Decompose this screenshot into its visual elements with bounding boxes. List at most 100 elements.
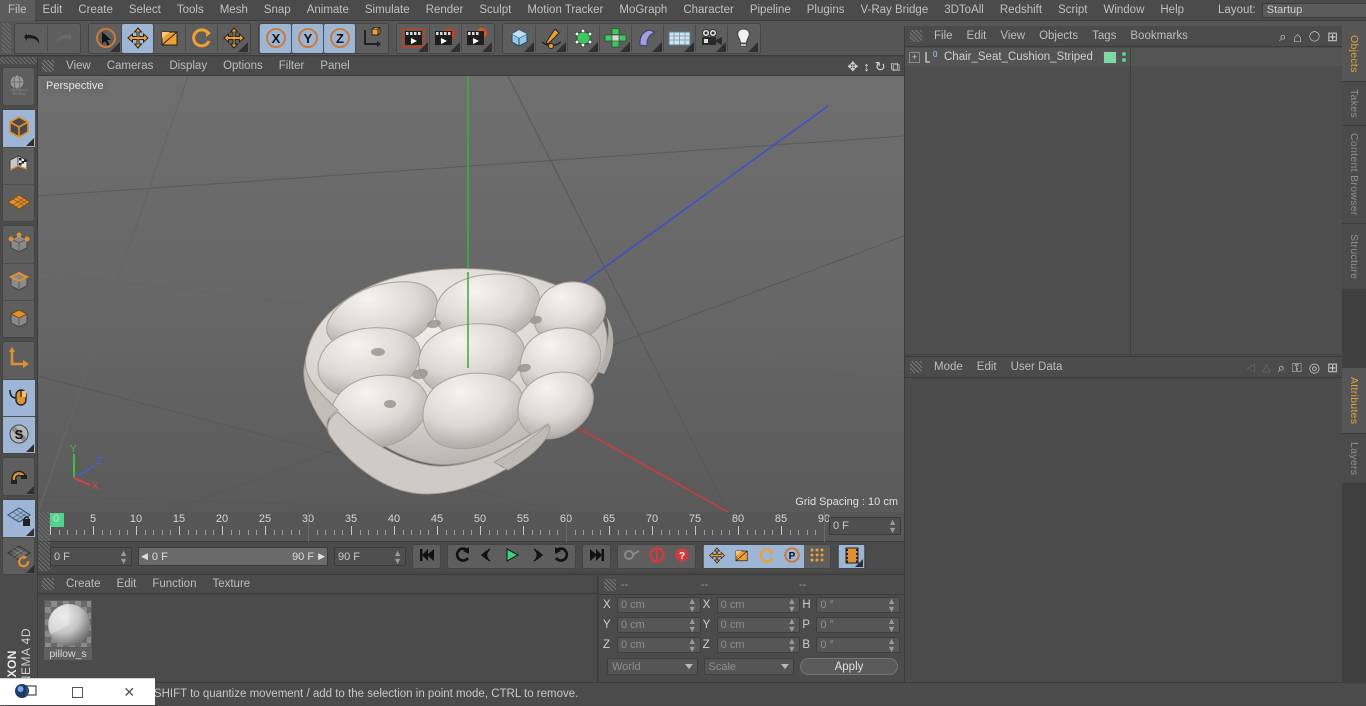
tab-structure[interactable]: Structure bbox=[1342, 224, 1366, 290]
add-cube-object-button[interactable] bbox=[504, 24, 535, 53]
workplane-rotate-button[interactable] bbox=[3, 537, 35, 574]
object-menu-view[interactable]: View bbox=[993, 26, 1032, 47]
material-preview-sphere[interactable] bbox=[44, 600, 92, 648]
menu-item-select[interactable]: Select bbox=[121, 0, 169, 21]
spinner-icon[interactable]: ▲ ▼ bbox=[119, 548, 128, 565]
menu-item-animate[interactable]: Animate bbox=[299, 0, 357, 21]
viewport-solo-button[interactable] bbox=[3, 379, 35, 416]
menu-item-character[interactable]: Character bbox=[675, 0, 742, 21]
tab-layers[interactable]: Layers bbox=[1342, 434, 1366, 484]
edit-render-settings-button[interactable] bbox=[462, 24, 493, 53]
record-active-objects-button[interactable] bbox=[619, 545, 644, 568]
coordinate-mode-dropdown[interactable]: Scale bbox=[703, 658, 794, 675]
spinner-icon[interactable]: ▲ ▼ bbox=[688, 637, 697, 654]
step-back-button[interactable] bbox=[474, 545, 499, 568]
object-menu-bookmarks[interactable]: Bookmarks bbox=[1123, 26, 1195, 47]
world-object-coordinate-button[interactable] bbox=[356, 24, 387, 53]
material-item[interactable]: pillow_s bbox=[44, 600, 94, 660]
material-tag-icon[interactable] bbox=[1102, 50, 1117, 64]
attribute-content-area[interactable] bbox=[905, 379, 1342, 705]
material-menu-create[interactable]: Create bbox=[58, 575, 109, 594]
spinner-icon[interactable]: ▲ ▼ bbox=[787, 617, 796, 634]
range-left-arrow-icon[interactable]: ◀ bbox=[141, 551, 148, 562]
menu-item-render[interactable]: Render bbox=[418, 0, 472, 21]
add-camera-button[interactable] bbox=[696, 24, 727, 53]
menu-item-plugins[interactable]: Plugins bbox=[799, 0, 853, 21]
object-menu-objects[interactable]: Objects bbox=[1032, 26, 1085, 47]
menu-item-tools[interactable]: Tools bbox=[169, 0, 212, 21]
spinner-icon[interactable]: ▲ ▼ bbox=[688, 617, 697, 634]
menu-item-simulate[interactable]: Simulate bbox=[357, 0, 418, 21]
animation-toolbar-grip[interactable] bbox=[38, 542, 50, 571]
tab-objects[interactable]: Objects bbox=[1342, 26, 1366, 82]
edges-mode-button[interactable] bbox=[3, 263, 35, 300]
viewport-menu-cameras[interactable]: Cameras bbox=[99, 57, 162, 76]
polygons-mode-button[interactable] bbox=[3, 300, 35, 337]
spinner-icon[interactable]: ▲ ▼ bbox=[393, 548, 402, 565]
scale-key-button[interactable] bbox=[729, 545, 754, 568]
menu-item-redshift[interactable]: Redshift bbox=[992, 0, 1050, 21]
menu-item-edit[interactable]: Edit bbox=[35, 0, 71, 21]
dolly-view-icon[interactable]: ↕ bbox=[863, 60, 870, 73]
object-manager-grip[interactable] bbox=[910, 30, 922, 42]
menu-item-mograph[interactable]: MoGraph bbox=[611, 0, 675, 21]
viewport-menu-filter[interactable]: Filter bbox=[271, 57, 313, 76]
viewport-3d-canvas[interactable]: Perspective Grid Spacing : 10 cm Y Z X bbox=[38, 76, 904, 512]
spinner-icon[interactable]: ▲ ▼ bbox=[688, 597, 697, 614]
step-forward-button[interactable] bbox=[524, 545, 549, 568]
add-bend-deformer-button[interactable] bbox=[632, 24, 663, 53]
size-y-input[interactable]: 0 cm ▲ ▼ bbox=[716, 617, 801, 634]
rotate-tool[interactable] bbox=[186, 24, 217, 53]
menu-item-pipeline[interactable]: Pipeline bbox=[742, 0, 799, 21]
lock-x-axis-button[interactable]: X bbox=[260, 23, 291, 53]
spinner-icon[interactable]: ▲ ▼ bbox=[787, 597, 796, 614]
timeline-grip[interactable] bbox=[38, 512, 50, 542]
tab-content-browser[interactable]: Content Browser bbox=[1342, 126, 1366, 224]
menu-item-snap[interactable]: Snap bbox=[256, 0, 299, 21]
maximize-window-button[interactable] bbox=[52, 679, 104, 706]
timeline-ruler-track[interactable]: 051015202530354045505560657075808590 bbox=[50, 512, 830, 542]
object-menu-tags[interactable]: Tags bbox=[1085, 26, 1123, 47]
go-to-start-button[interactable] bbox=[414, 545, 439, 568]
model-mode-button[interactable] bbox=[3, 110, 35, 147]
enable-axis-button[interactable] bbox=[3, 184, 35, 221]
tab-takes[interactable]: Takes bbox=[1342, 82, 1366, 126]
viewport-menu-panel[interactable]: Panel bbox=[312, 57, 357, 76]
maximize-viewport-icon[interactable]: ⧉ bbox=[891, 60, 900, 73]
left-toolbar-grip[interactable] bbox=[0, 57, 37, 64]
add-spline-button[interactable] bbox=[536, 24, 567, 53]
size-z-input[interactable]: 0 cm ▲ ▼ bbox=[716, 637, 801, 654]
size-x-input[interactable]: 0 cm ▲ ▼ bbox=[716, 597, 801, 614]
close-window-button[interactable]: ✕ bbox=[103, 679, 155, 706]
rotation-b-input[interactable]: 0 ° ▲ ▼ bbox=[816, 637, 901, 654]
object-menu-edit[interactable]: Edit bbox=[960, 26, 994, 47]
go-to-next-key-button[interactable] bbox=[549, 545, 574, 568]
current-frame-input[interactable]: 0 F ▲ ▼ bbox=[50, 547, 132, 566]
menu-item-script[interactable]: Script bbox=[1050, 0, 1095, 21]
pan-view-icon[interactable]: ✥ bbox=[847, 60, 858, 73]
go-to-end-button[interactable] bbox=[584, 545, 609, 568]
apply-button[interactable]: Apply bbox=[800, 658, 898, 675]
add-nurbs-button[interactable] bbox=[568, 24, 599, 53]
lock-z-axis-button[interactable]: Z bbox=[324, 23, 355, 53]
tab-attributes[interactable]: Attributes bbox=[1342, 368, 1366, 434]
preview-range-slider[interactable]: ◀ 0 F 90 F ▶ bbox=[138, 547, 328, 566]
menu-item-vray-bridge[interactable]: V-Ray Bridge bbox=[852, 0, 936, 21]
material-menu-texture[interactable]: Texture bbox=[204, 575, 258, 594]
timeline-ruler[interactable]: 051015202530354045505560657075808590 0 F… bbox=[38, 512, 904, 542]
material-list[interactable]: pillow_s bbox=[38, 594, 597, 660]
magnet-tool-button[interactable] bbox=[3, 458, 35, 495]
viewport-menu-view[interactable]: View bbox=[58, 57, 99, 76]
lock-y-axis-button[interactable]: Y bbox=[292, 23, 323, 53]
move-tool[interactable] bbox=[122, 23, 153, 53]
add-light-button[interactable] bbox=[728, 24, 759, 53]
lock-icon[interactable]: ⚿ bbox=[1292, 360, 1302, 376]
home-icon[interactable]: ⌂ bbox=[1293, 29, 1301, 45]
texture-mode-button[interactable] bbox=[3, 147, 35, 184]
viewport-menu-grip[interactable] bbox=[42, 60, 54, 72]
object-row[interactable]: + 0 Chair_Seat_Cushion_Striped bbox=[905, 48, 1342, 66]
target-icon[interactable]: ◎ bbox=[1309, 360, 1320, 376]
menu-item-sculpt[interactable]: Sculpt bbox=[471, 0, 519, 21]
material-menu-edit[interactable]: Edit bbox=[109, 575, 145, 594]
render-view-button[interactable] bbox=[398, 24, 429, 53]
